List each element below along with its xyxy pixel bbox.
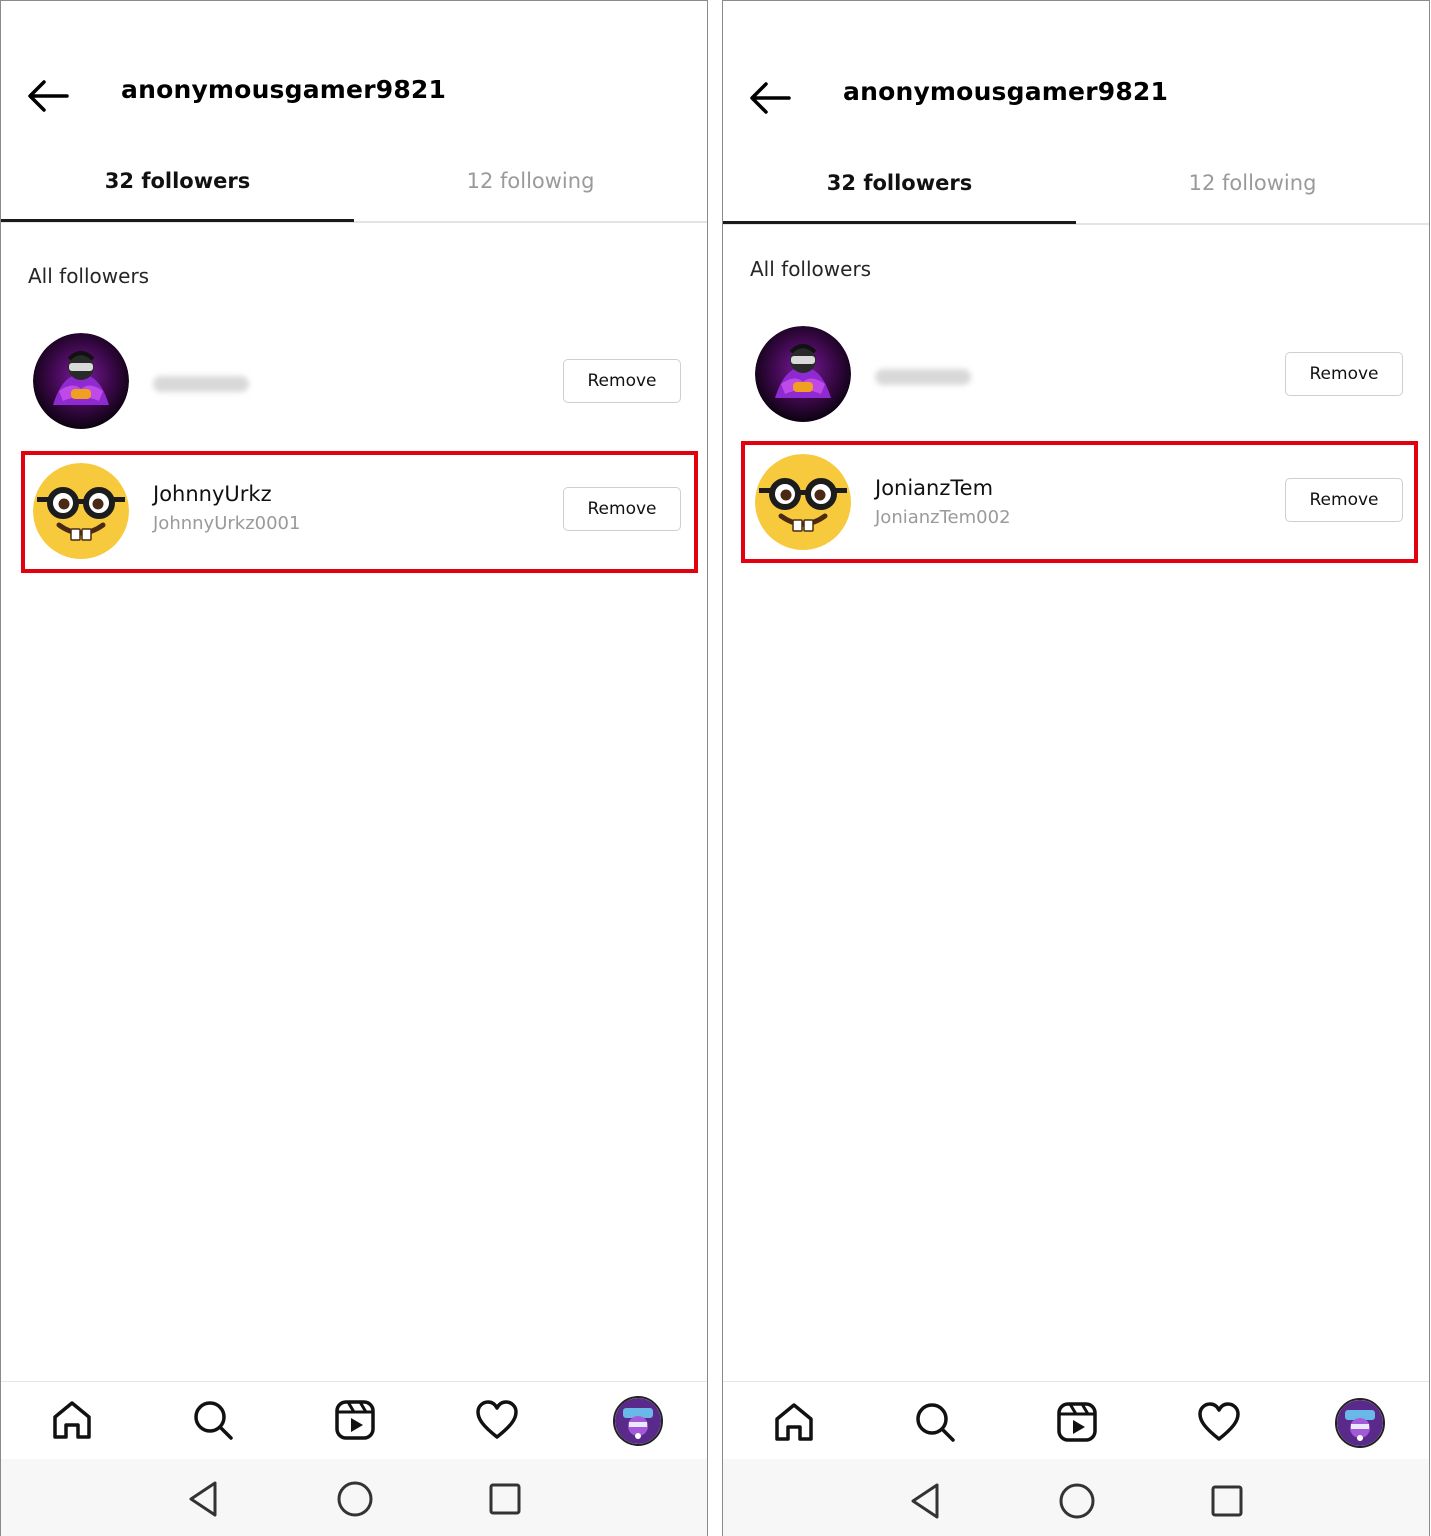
home-circle-icon[interactable] [1057, 1481, 1097, 1521]
section-label: All followers [28, 264, 150, 288]
home-icon[interactable] [772, 1400, 816, 1444]
heart-icon[interactable] [1197, 1400, 1241, 1444]
page-title: anonymousgamer9821 [121, 75, 447, 104]
follow-tabs: 32 followers 12 following [1, 151, 707, 223]
system-nav-bar [1, 1459, 707, 1536]
bottom-nav [723, 1381, 1429, 1460]
back-arrow-icon[interactable] [27, 79, 69, 113]
system-nav-bar [723, 1459, 1429, 1536]
back-arrow-icon[interactable] [749, 81, 791, 115]
gamer-avatar-icon [33, 333, 129, 429]
page-title: anonymousgamer9821 [843, 77, 1169, 106]
screen-right: anonymousgamer9821 32 followers 12 follo… [722, 0, 1430, 1536]
tab-following[interactable]: 12 following [1076, 153, 1429, 221]
gamer-avatar-icon [755, 326, 851, 422]
tab-followers[interactable]: 32 followers [723, 153, 1076, 221]
blurred-username [153, 376, 249, 392]
profile-avatar-icon [1337, 1400, 1383, 1446]
profile-avatar-icon [615, 1398, 661, 1444]
remove-button[interactable]: Remove [563, 359, 681, 403]
avatar[interactable] [33, 333, 129, 429]
list-item[interactable]: Remove [743, 316, 1419, 436]
profile-avatar[interactable] [1335, 1398, 1385, 1448]
bottom-nav [1, 1381, 707, 1460]
reels-icon[interactable] [1055, 1400, 1099, 1444]
follow-tabs: 32 followers 12 following [723, 153, 1429, 225]
tab-following[interactable]: 12 following [354, 151, 707, 219]
highlight-annotation [21, 451, 698, 573]
home-circle-icon[interactable] [335, 1479, 375, 1519]
back-triangle-icon[interactable] [907, 1481, 947, 1521]
list-item[interactable]: Remove [21, 323, 697, 443]
search-icon[interactable] [913, 1400, 957, 1444]
heart-icon[interactable] [475, 1398, 519, 1442]
profile-avatar[interactable] [613, 1396, 663, 1446]
avatar[interactable] [755, 326, 851, 422]
highlight-annotation [741, 441, 1418, 563]
reels-icon[interactable] [333, 1398, 377, 1442]
tab-active-indicator [723, 221, 1076, 224]
recents-square-icon[interactable] [1207, 1481, 1247, 1521]
panel-gap [708, 0, 722, 1536]
home-icon[interactable] [50, 1398, 94, 1442]
blurred-username [875, 369, 971, 385]
section-label: All followers [750, 257, 872, 281]
back-triangle-icon[interactable] [185, 1479, 225, 1519]
recents-square-icon[interactable] [485, 1479, 525, 1519]
remove-button[interactable]: Remove [1285, 352, 1403, 396]
screen-left: anonymousgamer9821 32 followers 12 follo… [0, 0, 708, 1536]
search-icon[interactable] [191, 1398, 235, 1442]
tab-active-indicator [1, 219, 354, 222]
tab-followers[interactable]: 32 followers [1, 151, 354, 219]
